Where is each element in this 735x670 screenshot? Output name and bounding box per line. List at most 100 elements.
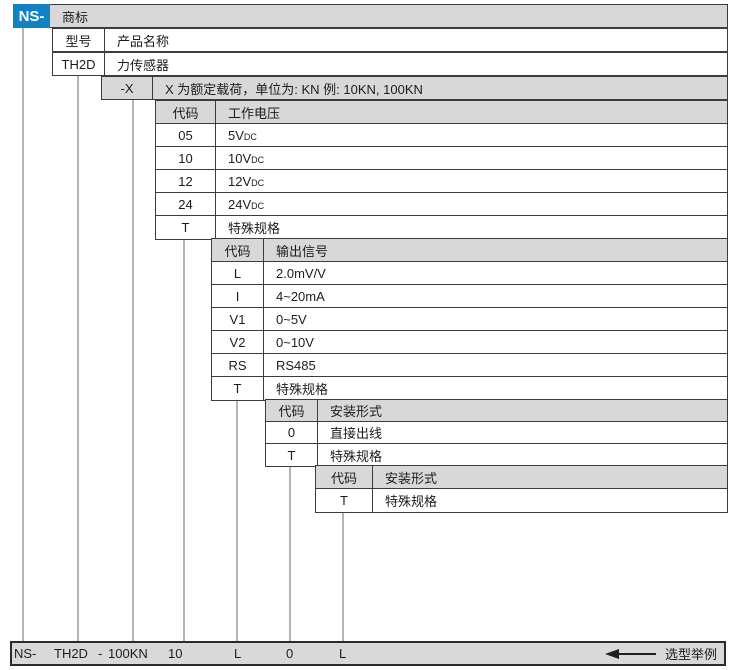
row-value-label: 特殊规格 (385, 491, 437, 510)
row-code: V2 (212, 331, 264, 353)
table-header-row: 代码 输出信号 (212, 239, 727, 262)
example-caption: 选型举例 (665, 644, 717, 663)
table-row: L 2.0mV/V (212, 262, 727, 285)
table-row: 12 12VDC (156, 170, 727, 193)
table-header-row: 代码 安装形式 (266, 400, 727, 422)
row-code: I (212, 285, 264, 307)
connector-line-load (132, 100, 134, 641)
load-code: -X (121, 81, 134, 96)
row-code: T (212, 377, 264, 400)
row-code: V1 (212, 308, 264, 330)
load-desc-cell: X 为额定载荷，单位为: KN 例: 10KN, 100KN (153, 77, 727, 99)
value-header-label: 工作电压 (228, 103, 280, 122)
example-part-model: TH2D (54, 643, 88, 664)
row-value-label: 特殊规格 (276, 379, 328, 398)
table-row: RS RS485 (212, 354, 727, 377)
connector-line-brand (22, 28, 24, 641)
example-part-load: 100KN (108, 643, 148, 664)
model-field-desc: 产品名称 (117, 31, 169, 50)
row-code: 12 (156, 170, 216, 192)
row-code-label: L (234, 266, 241, 281)
table-row: T 特殊规格 (316, 489, 727, 512)
row-code-label: T (234, 381, 242, 396)
row-value-sub: DC (251, 151, 264, 165)
table-row: I 4~20mA (212, 285, 727, 308)
row-code: T (316, 489, 373, 512)
value-header-label: 安装形式 (330, 401, 382, 420)
connector-line-model (77, 76, 79, 641)
model-header-row: 型号 产品名称 (52, 28, 728, 52)
row-code-label: I (236, 289, 240, 304)
row-value: 10VDC (216, 147, 727, 169)
row-value-sub: DC (244, 128, 257, 142)
row-value: 12VDC (216, 170, 727, 192)
row-code: T (156, 216, 216, 239)
row-code-label: 10 (178, 151, 192, 166)
connector-line-mounting2 (342, 511, 344, 641)
value-header: 工作电压 (216, 101, 727, 123)
row-value: RS485 (264, 354, 727, 376)
example-part-mounting: 0 (286, 643, 293, 664)
row-value: 24VDC (216, 193, 727, 215)
row-code-label: T (182, 220, 190, 235)
row-code-label: 05 (178, 128, 192, 143)
row-value: 4~20mA (264, 285, 727, 307)
model-desc-cell: 力传感器 (105, 53, 727, 75)
row-value: 5VDC (216, 124, 727, 146)
row-value-label: 4~20mA (276, 289, 325, 304)
model-desc: 力传感器 (117, 55, 169, 74)
model-field-cell: 型号 (53, 29, 105, 51)
row-code: 10 (156, 147, 216, 169)
row-value-label: 5V (228, 128, 244, 143)
row-value: 特殊规格 (373, 489, 727, 512)
connector-line-mounting (289, 465, 291, 641)
row-code-label: T (340, 493, 348, 508)
row-code-label: RS (228, 358, 246, 373)
brand-code-box: NS- (13, 4, 50, 28)
table-row: 24 24VDC (156, 193, 727, 216)
connector-line-voltage (183, 238, 185, 641)
example-part-dash: - (98, 643, 102, 664)
row-value: 0~5V (264, 308, 727, 330)
code-header-label: 代码 (172, 103, 198, 122)
table-row: T 特殊规格 (266, 444, 727, 466)
row-code: 05 (156, 124, 216, 146)
signal-table: 代码 输出信号 L 2.0mV/V I 4~20mA V1 0~5V V2 0~… (211, 238, 728, 401)
load-desc: X 为额定载荷，单位为: KN 例: 10KN, 100KN (165, 79, 423, 98)
row-value-label: 0~10V (276, 335, 314, 350)
row-value: 特殊规格 (216, 216, 727, 239)
row-value-label: 24V (228, 197, 251, 212)
value-header-label: 安装形式 (385, 468, 437, 487)
left-arrow-icon (605, 649, 656, 659)
model-code-cell: TH2D (53, 53, 105, 75)
table-row: T 特殊规格 (156, 216, 727, 239)
row-value: 特殊规格 (264, 377, 727, 400)
row-value-label: RS485 (276, 358, 316, 373)
row-value-sub: DC (251, 174, 264, 188)
table-row: T 特殊规格 (212, 377, 727, 400)
trademark-label: 商标 (62, 7, 88, 26)
row-code: 24 (156, 193, 216, 215)
model-code: TH2D (62, 57, 96, 72)
row-value-label: 12V (228, 174, 251, 189)
row-code-label: V1 (230, 312, 246, 327)
code-header: 代码 (212, 239, 264, 261)
code-header: 代码 (266, 400, 318, 421)
row-code: L (212, 262, 264, 284)
row-code: RS (212, 354, 264, 376)
value-header: 安装形式 (373, 466, 727, 488)
row-value: 2.0mV/V (264, 262, 727, 284)
brand-code: NS- (19, 8, 45, 25)
row-value-label: 0~5V (276, 312, 307, 327)
model-code-row: TH2D 力传感器 (52, 52, 728, 76)
value-header: 安装形式 (318, 400, 727, 421)
row-value: 0~10V (264, 331, 727, 353)
table-header-row: 代码 工作电压 (156, 101, 727, 124)
table-row: V1 0~5V (212, 308, 727, 331)
model-field-label: 型号 (65, 31, 91, 50)
mounting-table: 代码 安装形式 0 直接出线 T 特殊规格 (265, 399, 728, 467)
value-header-label: 输出信号 (276, 241, 328, 260)
trademark-row: 商标 (49, 4, 728, 28)
example-part-brand: NS- (14, 643, 36, 664)
code-header-label: 代码 (224, 241, 250, 260)
